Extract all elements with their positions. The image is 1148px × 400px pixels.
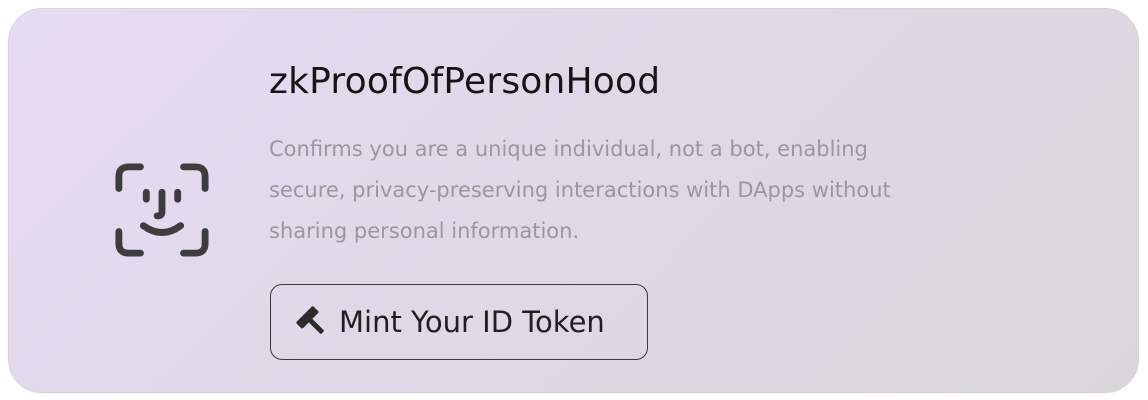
hammer-icon [296,306,324,334]
face-id-icon [115,163,209,257]
mint-id-token-button[interactable]: Mint Your ID Token [270,284,648,360]
proof-of-personhood-card: zkProofOfPersonHood Confirms you are a u… [8,8,1139,393]
card-title: zkProofOfPersonHood [269,61,661,102]
mint-button-label: Mint Your ID Token [339,305,605,339]
card-description: Confirms you are a unique individual, no… [269,137,891,243]
